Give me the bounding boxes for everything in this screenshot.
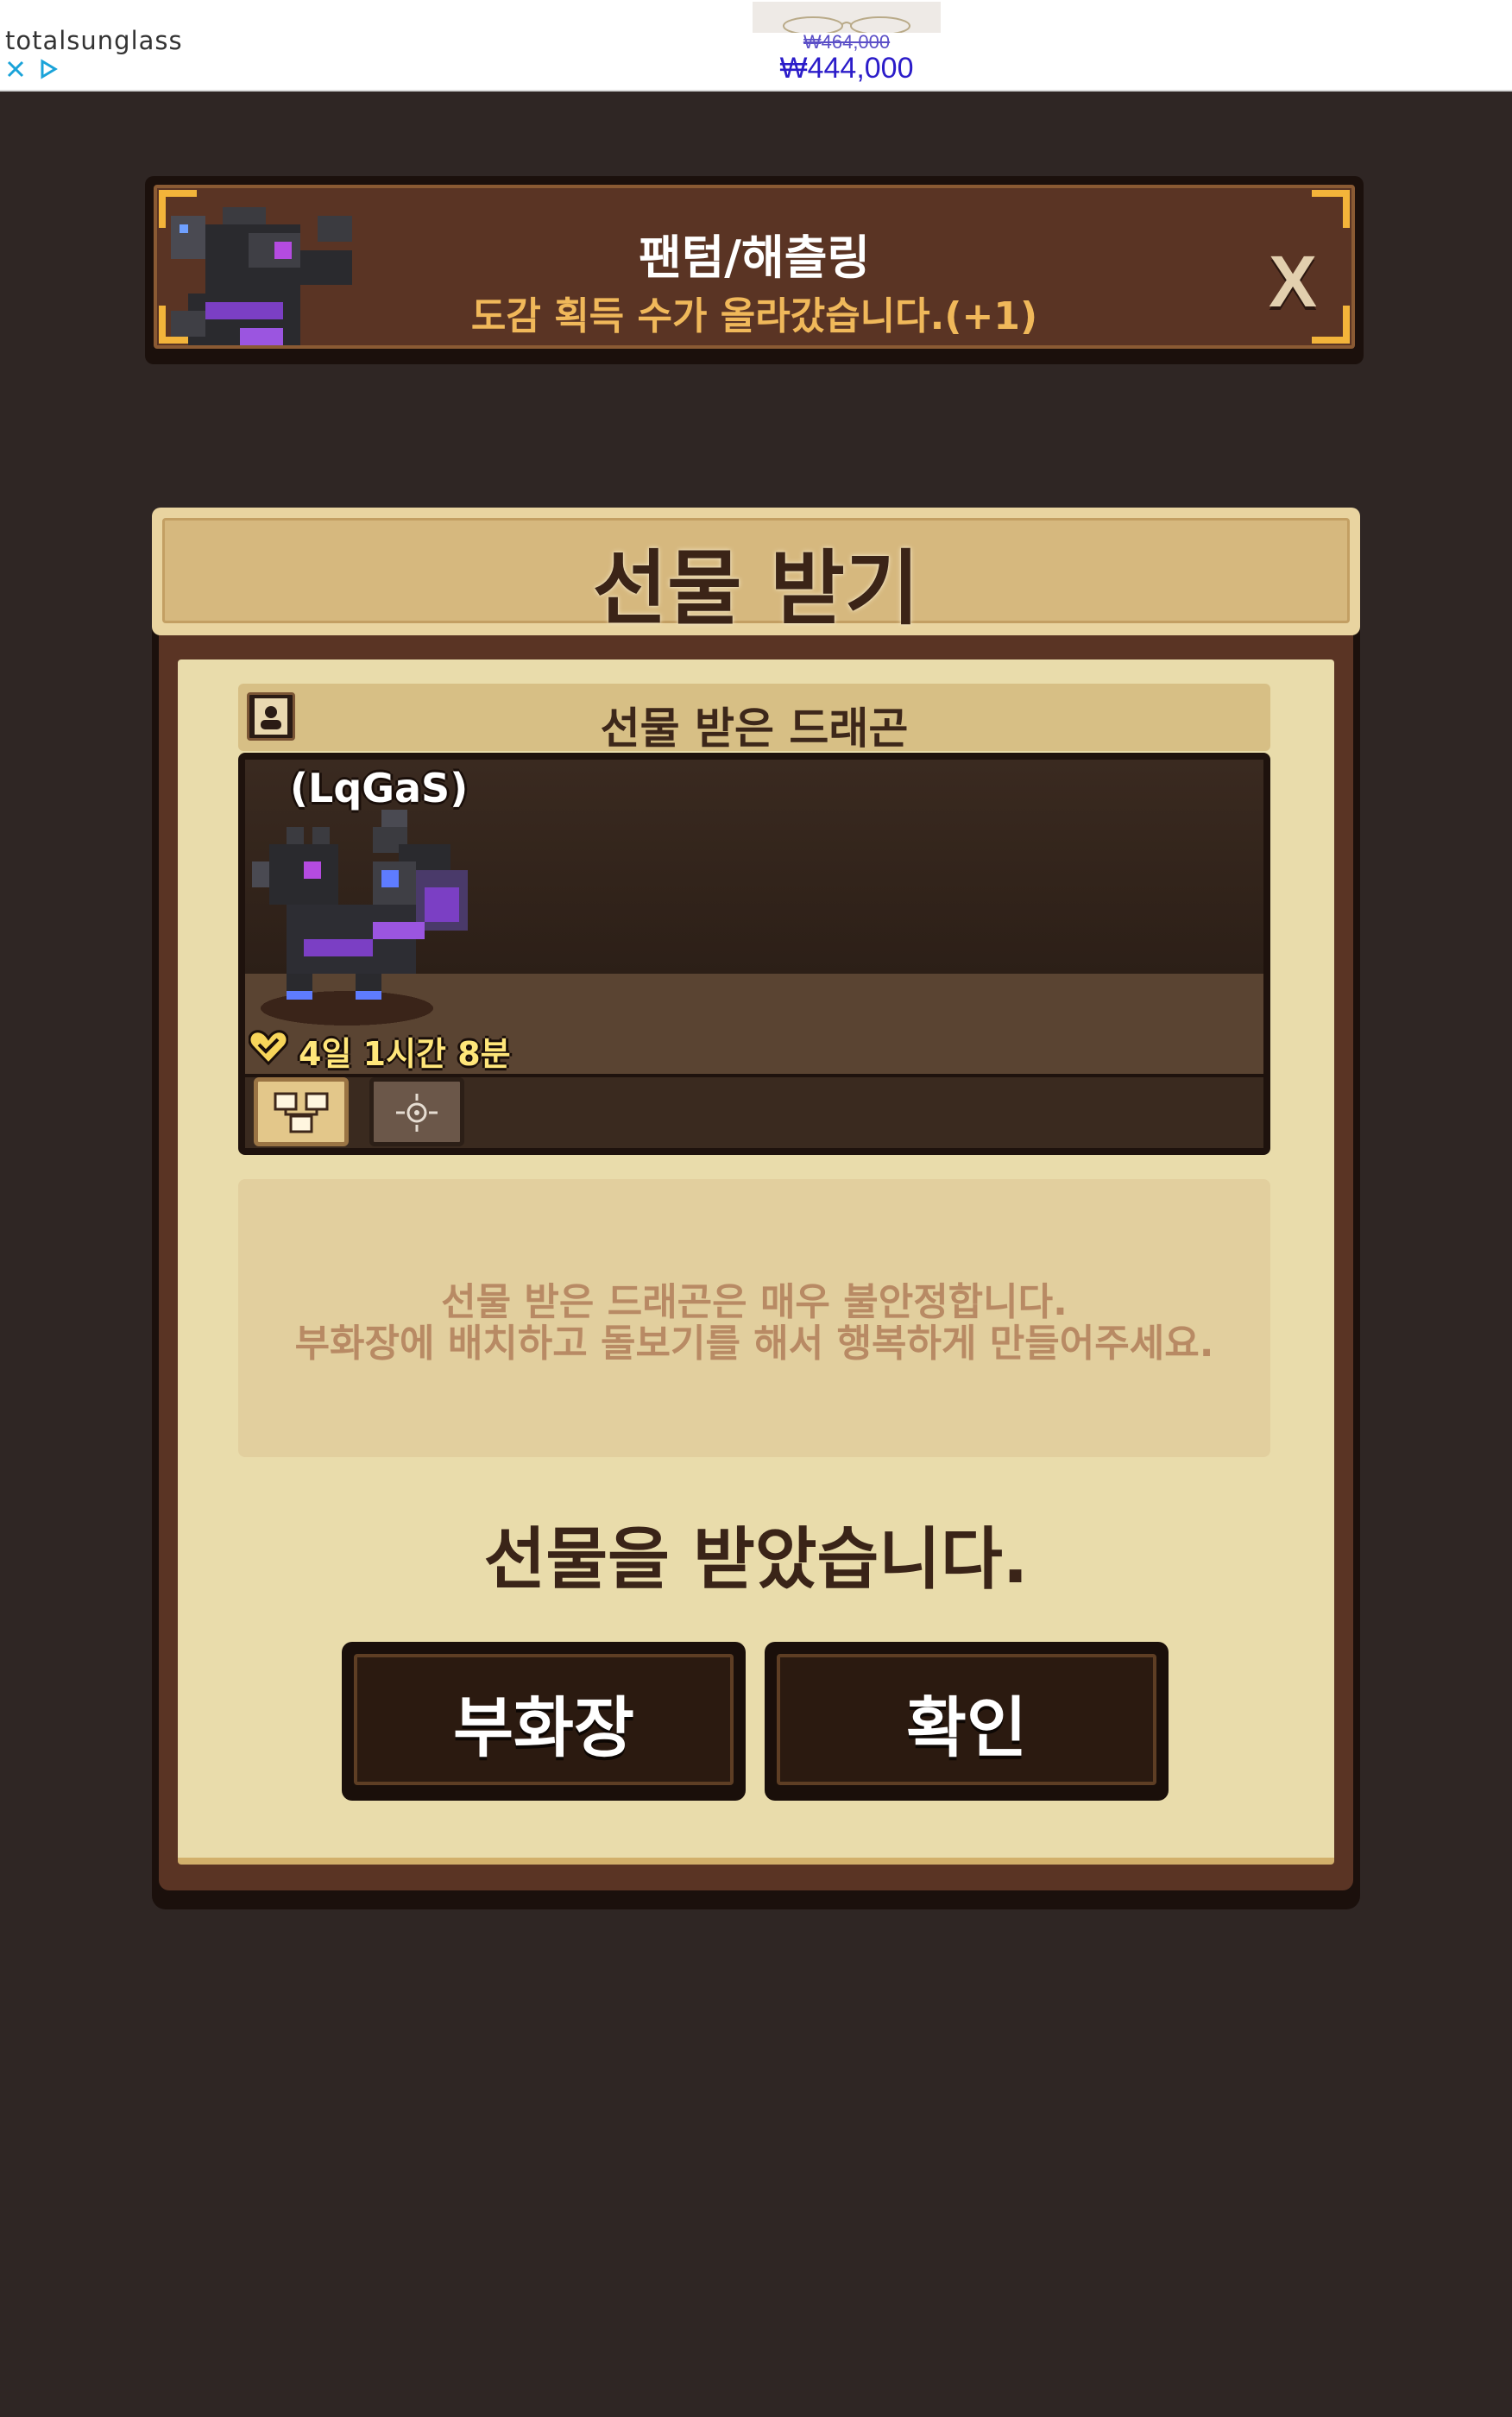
heart-icon [249,1030,288,1065]
gift-dialog: 선물 받기 선물 받은 드래곤 (LqGaS) 4일 1시간 8분 선물 받은 … [152,508,1360,1909]
dialog-header: 선물 받기 [152,508,1360,636]
care-timer: 4일 1시간 8분 [299,1035,511,1073]
notification-title: 팬텀/해츨링 [638,230,871,285]
confirm-button[interactable]: 확인 [765,1642,1169,1801]
info-message-box: 선물 받은 드래곤은 매우 불안정합니다. 부화장에 배치하고 돌보기를 해서 … [238,1179,1270,1457]
dragon-card: (LqGaS) 4일 1시간 8분 [238,753,1270,1155]
ad-product-image[interactable] [753,2,941,35]
hatchery-button[interactable]: 부화장 [342,1642,746,1801]
notification-subtitle: 도감 획득 수가 올라갔습니다.(+1) [470,294,1038,338]
notification-frame: 팬텀/해츨링 도감 획득 수가 올라갔습니다.(+1) X [154,185,1355,349]
dialog-body: 선물 받은 드래곤 (LqGaS) 4일 1시간 8분 선물 받은 드래곤은 매… [178,659,1334,1865]
dialog-title: 선물 받기 [592,542,920,636]
nest-icon [274,1092,329,1133]
hatchery-button-label: 부화장 [453,1689,634,1766]
play-icon[interactable] [38,59,59,79]
dragon-sprite-icon [252,810,468,1025]
close-icon[interactable] [5,59,26,79]
result-text: 선물을 받았습니다. [483,1521,1029,1599]
ad-new-price[interactable]: ₩444,000 [753,52,941,85]
locate-button[interactable] [369,1077,464,1146]
confirm-button-label: 확인 [906,1689,1027,1766]
dragon-name: (LqGaS) [290,765,469,811]
acquisition-notification: 팬텀/해츨링 도감 획득 수가 올라갔습니다.(+1) X [145,176,1364,364]
crosshair-icon [396,1094,438,1132]
info-message-line2: 부화장에 배치하고 돌보기를 해서 행복하게 만들어주세요. [294,1322,1214,1366]
hatchery-placement-button[interactable] [254,1077,349,1146]
ad-banner[interactable]: totalsunglass ₩464,000 ₩444,000 [0,0,1512,92]
ad-old-price: ₩464,000 [803,31,891,53]
close-button[interactable]: X [1269,240,1317,324]
ad-brand[interactable]: totalsunglass [5,26,183,55]
section-header: 선물 받은 드래곤 [238,684,1270,754]
section-title: 선물 받은 드래곤 [600,704,909,754]
